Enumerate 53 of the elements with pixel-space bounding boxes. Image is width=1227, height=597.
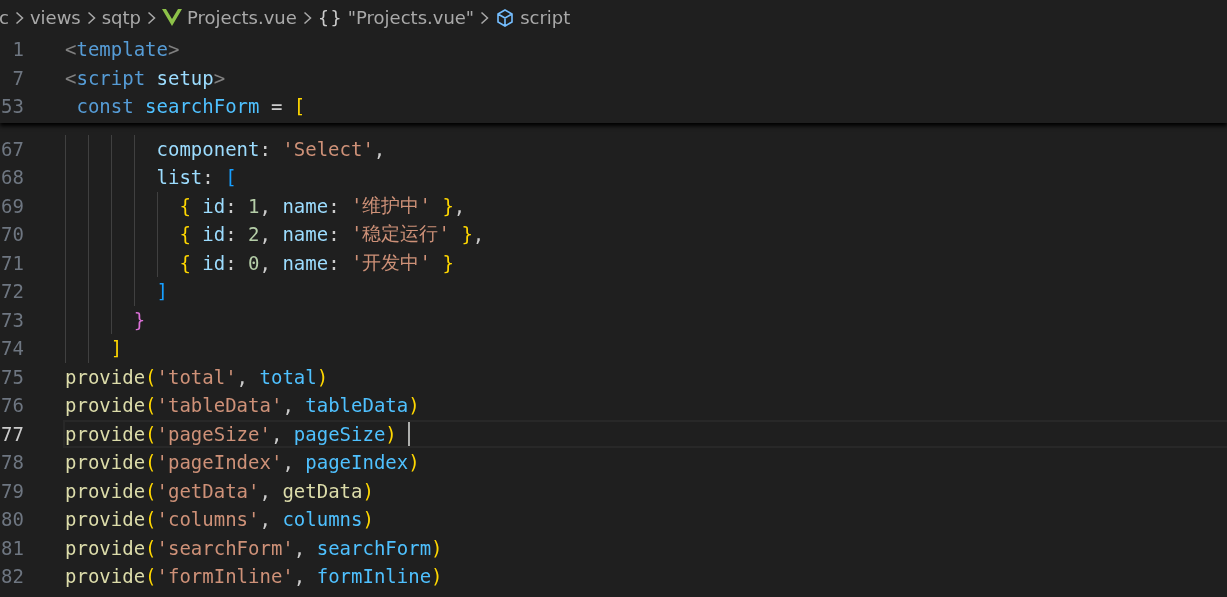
- code-line: { id: 0, name: '开发中' }: [63, 248, 1227, 277]
- chevron-right-icon: [147, 10, 157, 25]
- sticky-code-line[interactable]: <template>: [63, 35, 1227, 64]
- line-number: 73: [0, 308, 24, 331]
- vue-logo-icon: [162, 9, 183, 26]
- code-line: component: 'Select',: [63, 134, 1227, 163]
- code-line: ]: [63, 334, 1227, 363]
- chevron-right-icon: [86, 10, 96, 25]
- line-number: 77: [0, 422, 24, 445]
- code-line: provide('getData', getData): [64, 478, 375, 504]
- code-line: provide('searchForm', searchForm): [64, 535, 444, 561]
- code-line: provide('columns', columns): [64, 507, 375, 533]
- code-line: provide('pageIndex', pageIndex): [64, 450, 421, 476]
- breadcrumb-item[interactable]: c: [0, 7, 9, 28]
- line-number: 53: [0, 95, 24, 118]
- line-number: 7: [11, 66, 24, 89]
- line-number: 68: [0, 166, 24, 189]
- breadcrumb-item[interactable]: sqtp: [101, 7, 142, 28]
- line-number: 78: [0, 451, 24, 474]
- line-number: 80: [0, 508, 24, 531]
- cube-icon: [495, 7, 516, 28]
- line-number: 1: [11, 38, 24, 61]
- line-number: 81: [0, 536, 24, 559]
- text-cursor: [408, 421, 411, 446]
- line-number: 72: [0, 280, 24, 303]
- code-line: list: [: [63, 163, 1227, 192]
- breadcrumb-item[interactable]: script: [520, 7, 571, 28]
- line-number: 76: [0, 394, 24, 417]
- breadcrumb-item[interactable]: "Projects.vue": [347, 7, 475, 28]
- sticky-code-line[interactable]: const searchForm = [: [63, 92, 1227, 121]
- code-line: provide('total', total): [64, 364, 330, 390]
- line-number: 71: [0, 251, 24, 274]
- line-number: 69: [0, 194, 24, 217]
- breadcrumb-item[interactable]: Projects.vue: [187, 7, 297, 28]
- code-line: { id: 1, name: '维护中' },: [63, 191, 1227, 220]
- line-number: 67: [0, 137, 24, 160]
- chevron-right-icon: [302, 10, 312, 25]
- breadcrumb-item[interactable]: views: [29, 7, 81, 28]
- line-number: 70: [0, 223, 24, 246]
- chevron-right-icon: [480, 10, 490, 25]
- line-number: 74: [0, 337, 24, 360]
- code-line: { id: 2, name: '稳定运行' },: [63, 220, 1227, 249]
- braces-icon: {}: [317, 7, 343, 28]
- code-line: provide('formInline', formInline): [64, 564, 444, 590]
- code-line: ]: [63, 277, 1227, 306]
- sticky-code-line[interactable]: <script setup>: [63, 63, 1227, 92]
- code-line: }: [63, 305, 1227, 334]
- chevron-right-icon: [14, 10, 24, 25]
- code-line: provide('tableData', tableData): [64, 393, 421, 419]
- line-number: 79: [0, 479, 24, 502]
- line-number: 82: [0, 565, 24, 588]
- line-number: 75: [0, 365, 24, 388]
- code-line: provide('pageSize', pageSize): [63, 419, 1227, 448]
